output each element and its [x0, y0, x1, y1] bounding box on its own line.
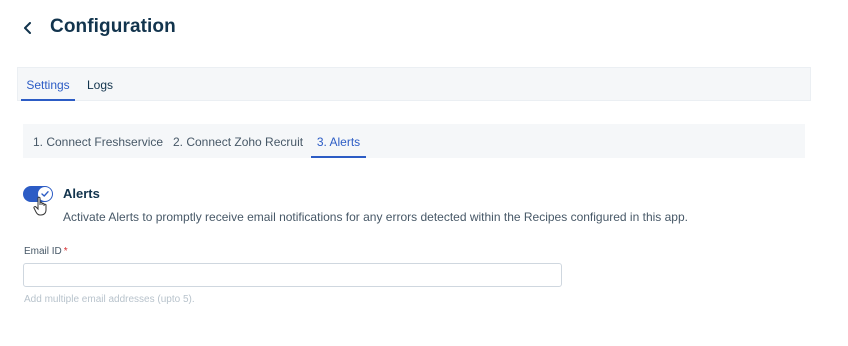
back-button[interactable] [18, 18, 38, 38]
alerts-title: Alerts [63, 186, 100, 201]
tab-settings[interactable]: Settings [21, 68, 75, 101]
step-alerts[interactable]: 3. Alerts [311, 124, 366, 158]
email-id-input[interactable] [23, 263, 562, 287]
configuration-page: Configuration Settings Logs 1. Connect F… [0, 0, 848, 346]
step-connect-freshservice[interactable]: 1. Connect Freshservice [33, 124, 163, 158]
alerts-description: Activate Alerts to promptly receive emai… [63, 210, 688, 224]
page-header: Configuration [0, 0, 848, 60]
email-hint: Add multiple email addresses (upto 5). [24, 294, 195, 305]
tab-logs[interactable]: Logs [80, 68, 120, 100]
required-marker: * [63, 246, 68, 257]
step-connect-zoho-recruit[interactable]: 2. Connect Zoho Recruit [173, 124, 303, 158]
chevron-left-icon [24, 22, 31, 34]
hand-cursor-icon [33, 196, 47, 216]
email-id-label: Email ID * [24, 246, 68, 257]
setup-steps: 1. Connect Freshservice 2. Connect Zoho … [23, 124, 805, 158]
main-tabs: Settings Logs [17, 67, 811, 101]
email-label-text: Email ID [24, 246, 62, 257]
page-title: Configuration [50, 16, 176, 37]
